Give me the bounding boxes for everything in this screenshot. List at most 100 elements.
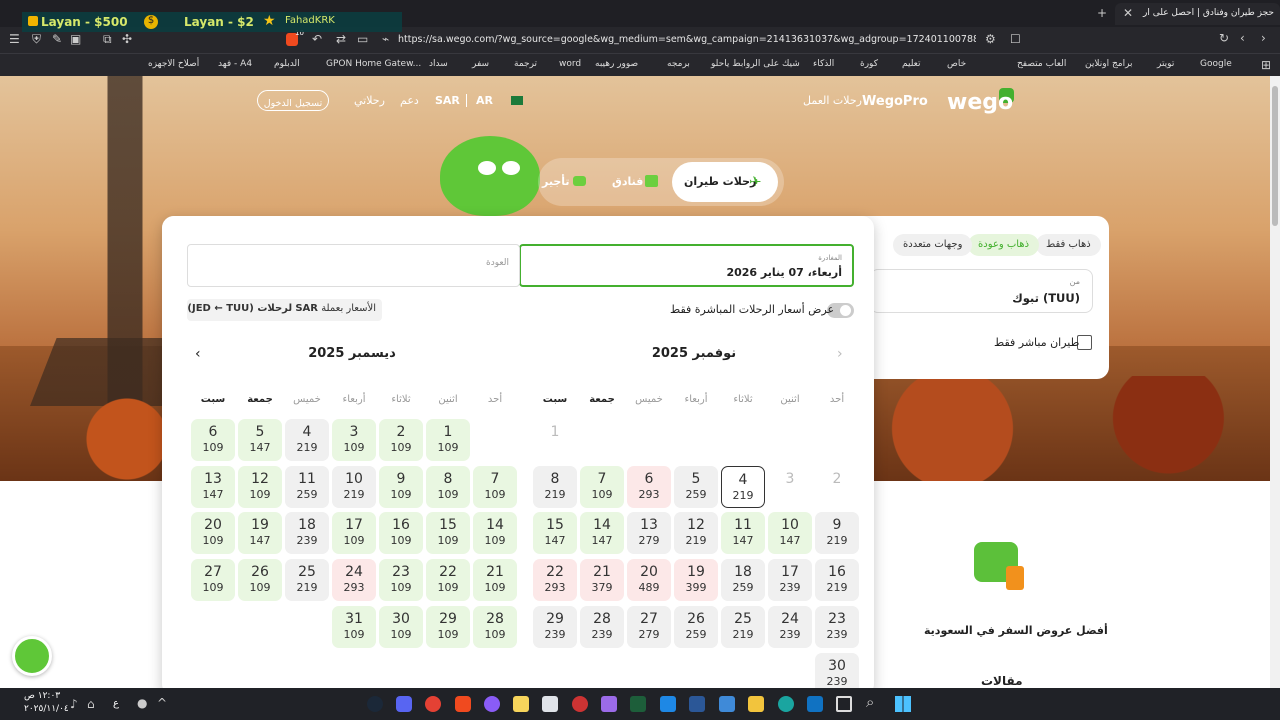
bookmark-item[interactable]: أصلاح الاجهزه	[148, 59, 199, 73]
tray-up-icon[interactable]: ^	[157, 697, 167, 709]
calendar-day[interactable]: 17 239	[768, 559, 812, 602]
currency-selector[interactable]: SAR	[435, 94, 460, 107]
calendar-day[interactable]: 7 109	[580, 465, 624, 508]
calendar-day[interactable]: 14 147	[580, 512, 624, 555]
calendar-day[interactable]: 21 379	[580, 559, 624, 602]
app-github-icon[interactable]	[572, 696, 588, 712]
page-scrollbar[interactable]	[1270, 76, 1280, 688]
calendar-day[interactable]: 5 259	[674, 465, 718, 508]
calendar-day[interactable]: 19 399	[674, 559, 718, 602]
menu-icon[interactable]: ☰	[9, 33, 20, 45]
bookmark-item[interactable]: الذكاء	[813, 59, 834, 73]
calendar-day[interactable]: 8 109	[426, 465, 470, 508]
calendar-day[interactable]: 26 109	[238, 559, 282, 602]
calendar-day[interactable]: 10 219	[332, 465, 376, 508]
business-travel-link[interactable]: رحلات العمل	[803, 94, 862, 107]
tab-hotels[interactable]: فنادق	[608, 172, 664, 192]
sidebar-icon[interactable]: ▣	[70, 33, 81, 45]
calendar-day[interactable]: 27 109	[191, 559, 235, 602]
departure-field[interactable]: المغادرة أربعاء، 07 يناير 2026	[519, 244, 854, 287]
calendar-day[interactable]: 4 219	[285, 419, 329, 461]
calendar-day[interactable]: 3 109	[332, 419, 376, 461]
calendar-day[interactable]: 23 109	[379, 559, 423, 602]
bookmark-item[interactable]: تعليم	[902, 59, 921, 73]
bookmark-item[interactable]: العاب متصفح	[1017, 59, 1066, 73]
calendar-day[interactable]: 1 109	[426, 419, 470, 461]
bookmark-item[interactable]: Google	[1200, 59, 1232, 73]
taskbar-lang[interactable]: ع	[113, 698, 119, 709]
calendar-day[interactable]: 17 109	[332, 512, 376, 555]
bookmark-icon[interactable]: ☐	[1010, 33, 1021, 45]
calendar-day[interactable]: 24 293	[332, 559, 376, 602]
calendar-day[interactable]: 29 239	[533, 605, 577, 648]
calendar-day[interactable]: 22 109	[426, 559, 470, 602]
calendar-day[interactable]: 13 147	[191, 465, 235, 508]
bookmark-item[interactable]: تويتر	[1157, 59, 1174, 73]
calendar-day[interactable]: 12 219	[674, 512, 718, 555]
bookmark-item[interactable]: فهد - A4	[218, 59, 252, 73]
bookmark-item[interactable]: صوور رهيبه	[595, 59, 638, 73]
calendar-day[interactable]: 22 293	[533, 559, 577, 602]
calendar-day[interactable]: 16 109	[379, 512, 423, 555]
calendar-day[interactable]: 2 109	[379, 419, 423, 461]
calendar-day[interactable]: 20 489	[627, 559, 671, 602]
close-tab-icon[interactable]: ✕	[1123, 7, 1133, 19]
calendar-day[interactable]: 15 109	[426, 512, 470, 555]
app-edge-icon[interactable]	[778, 696, 794, 712]
calendar-day[interactable]: 13 279	[627, 512, 671, 555]
support-link[interactable]: دعم	[400, 94, 419, 107]
scrollbar-thumb[interactable]	[1272, 86, 1278, 226]
app-discord-icon[interactable]	[396, 696, 412, 712]
calendar-day[interactable]: 6 293	[627, 465, 671, 508]
pin-icon[interactable]: ✎	[52, 33, 62, 45]
apps-icon[interactable]: ⊞	[1261, 59, 1271, 71]
screenshot-icon[interactable]: ⧉	[103, 33, 112, 45]
app-steam-icon[interactable]	[367, 696, 383, 712]
return-field[interactable]: العودة	[187, 244, 520, 287]
share-icon[interactable]: ⌁	[382, 33, 389, 45]
back-icon[interactable]: ↶	[312, 33, 322, 45]
app-word-icon[interactable]	[689, 696, 705, 712]
calendar-day[interactable]: 21 109	[473, 559, 517, 602]
start-icon[interactable]	[895, 696, 911, 712]
app-terminal-icon[interactable]	[630, 696, 646, 712]
bookmark-item[interactable]: ترجمة	[514, 59, 537, 73]
from-field[interactable]: من تبوك (TUU)	[870, 269, 1093, 313]
tab-flights[interactable]: ✈ رحلات طيران	[672, 162, 778, 202]
extensions-icon[interactable]: ✣	[122, 33, 132, 45]
active-tab[interactable]: ✕ حجز طيران وفنادق | احصل على أر	[1115, 3, 1280, 25]
app-brave-icon[interactable]	[455, 696, 471, 712]
calendar-day[interactable]: 5 147	[238, 419, 282, 461]
volume-icon[interactable]: ♪	[70, 698, 78, 710]
my-trips-link[interactable]: رحلاتي	[354, 94, 385, 107]
app-explorer-icon[interactable]	[748, 696, 764, 712]
bookmark-item[interactable]: خاص	[947, 59, 966, 73]
trip-type-round-trip[interactable]: ذهاب وعودة	[968, 234, 1040, 256]
bookmark-item[interactable]: شيك على الروابط ياحلو	[711, 59, 800, 73]
calendar-day[interactable]: 6 109	[191, 419, 235, 461]
calendar-day[interactable]: 11 147	[721, 512, 765, 555]
calendar-day[interactable]: 19 147	[238, 512, 282, 555]
address-bar[interactable]: https://sa.wego.com/?wg_source=google&wg…	[398, 34, 976, 45]
forward-arrow-icon[interactable]: ›	[1261, 32, 1266, 44]
tab-car-rental[interactable]: تأجير	[540, 172, 596, 192]
calendar-day[interactable]: 9 109	[379, 465, 423, 508]
shield-icon[interactable]: ⛨	[32, 33, 41, 45]
bookmark-item[interactable]: سداد	[429, 59, 448, 73]
calendar-day[interactable]: 30 239	[815, 652, 859, 688]
bookmark-item[interactable]: كورة	[860, 59, 878, 73]
reload-icon[interactable]: ↻	[1219, 32, 1229, 44]
calendar-day[interactable]: 8 219	[533, 465, 577, 508]
bookmark-item[interactable]: الدبلوم	[274, 59, 300, 73]
bookmark-item[interactable]: برامج اونلاين	[1085, 59, 1133, 73]
app-taskview-icon[interactable]	[836, 696, 852, 712]
calendar-day[interactable]: 18 259	[721, 559, 765, 602]
wegopro-link[interactable]: WegoPro	[862, 94, 928, 109]
search-icon[interactable]: ⌕	[866, 695, 874, 710]
calendar-day[interactable]: 23 239	[815, 605, 859, 648]
calendar-day[interactable]: 14 109	[473, 512, 517, 555]
calendar-day[interactable]: 26 259	[674, 605, 718, 648]
calendar-day[interactable]: 24 239	[768, 605, 812, 648]
app-sheets-icon[interactable]	[660, 696, 676, 712]
translate-icon[interactable]: ⇄	[336, 33, 346, 45]
